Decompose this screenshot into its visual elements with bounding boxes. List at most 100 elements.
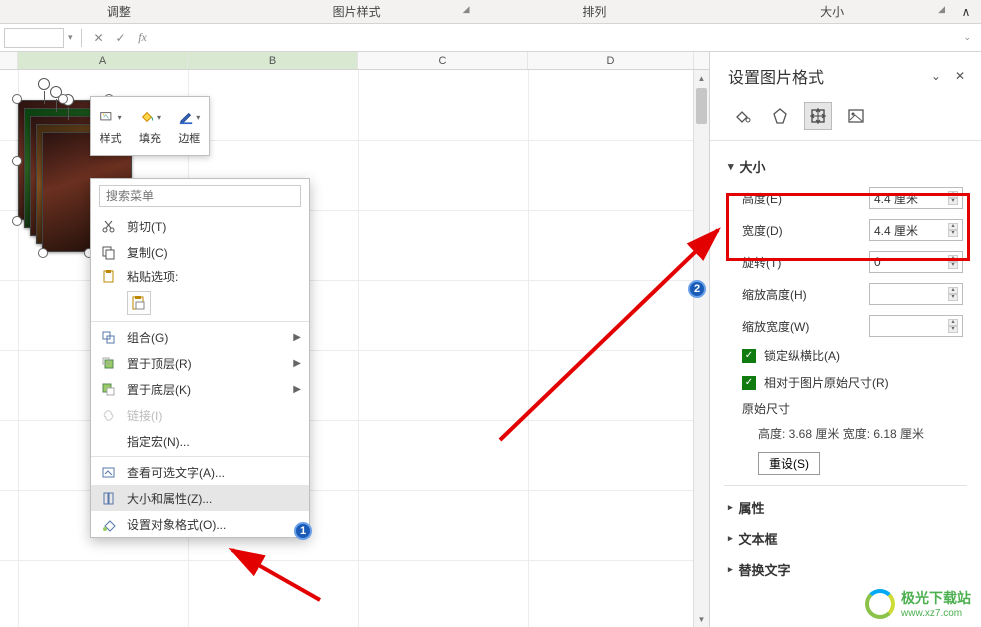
mini-style-button[interactable]: ▾ 样式 — [91, 97, 130, 155]
spinner-up[interactable]: ▴ — [948, 191, 958, 198]
rotate-handle[interactable] — [38, 78, 50, 90]
lock-ratio-checkbox[interactable]: ✓ 锁定纵横比(A) — [724, 342, 967, 369]
formula-cancel-button[interactable]: ✕ — [90, 29, 108, 47]
name-box-dropdown-icon[interactable]: ▾ — [68, 32, 73, 43]
field-label-width: 宽度(D) — [742, 222, 859, 239]
field-label-scale-h: 缩放高度(H) — [742, 286, 859, 303]
ribbon-tabs: 调整 图片样式◢ 排列 大小◢ ∧ — [0, 0, 981, 24]
ctx-group[interactable]: 组合(G) ▶ — [91, 324, 309, 350]
column-headers: A B C D — [0, 52, 709, 70]
formula-input[interactable] — [156, 28, 960, 48]
spinner-down[interactable]: ▾ — [948, 294, 958, 301]
section-textbox[interactable]: ▸ 文本框 — [724, 523, 967, 554]
reset-button[interactable]: 重设(S) — [758, 452, 820, 475]
formula-expand-icon[interactable]: ⌄ — [963, 32, 977, 43]
spinner-up[interactable]: ▴ — [948, 319, 958, 326]
ribbon-tab-size[interactable]: 大小◢ — [713, 0, 951, 23]
paste-option-picture[interactable] — [127, 291, 151, 315]
resize-handle[interactable] — [58, 94, 68, 104]
checkbox-label: 锁定纵横比(A) — [764, 347, 840, 364]
formula-confirm-button[interactable]: ✓ — [112, 29, 130, 47]
mini-fill-button[interactable]: ▾ 填充 — [130, 97, 169, 155]
scroll-down-icon[interactable]: ▼ — [694, 611, 709, 627]
scale-h-input[interactable]: ▴▾ — [869, 283, 963, 305]
bring-front-icon — [99, 354, 117, 372]
vertical-scrollbar[interactable]: ▲ ▼ — [693, 70, 709, 627]
field-label-scale-w: 缩放宽度(W) — [742, 318, 859, 335]
spinner-down[interactable]: ▾ — [948, 262, 958, 269]
pane-tab-effects[interactable] — [766, 102, 794, 130]
ctx-link: 链接(I) — [91, 402, 309, 428]
ctx-label: 指定宏(N)... — [127, 433, 301, 450]
launcher-icon[interactable]: ◢ — [938, 0, 945, 21]
resize-handle[interactable] — [38, 248, 48, 258]
ctx-bring-front[interactable]: 置于顶层(R) ▶ — [91, 350, 309, 376]
ctx-label: 查看可选文字(A)... — [127, 464, 301, 481]
group-icon — [99, 328, 117, 346]
pane-tab-size[interactable] — [804, 102, 832, 130]
name-box[interactable] — [4, 28, 64, 48]
ctx-send-back[interactable]: 置于底层(K) ▶ — [91, 376, 309, 402]
launcher-icon[interactable]: ◢ — [463, 0, 470, 21]
pane-tab-fill[interactable] — [728, 102, 756, 130]
ctx-size-properties[interactable]: 大小和属性(Z)... — [91, 485, 309, 511]
column-header[interactable]: B — [188, 52, 358, 69]
scrollbar-thumb[interactable] — [696, 88, 707, 124]
paste-icon — [99, 267, 117, 285]
original-size-label: 原始尺寸 — [724, 396, 967, 421]
column-header[interactable]: D — [528, 52, 694, 69]
ribbon-tab-arrange[interactable]: 排列 — [476, 0, 714, 23]
spinner-down[interactable]: ▾ — [948, 230, 958, 237]
pane-options-button[interactable]: ⌄ — [931, 69, 941, 83]
checkbox-label: 相对于图片原始尺寸(R) — [764, 374, 889, 391]
ribbon-collapse-button[interactable]: ∧ — [951, 0, 981, 23]
fx-button[interactable]: fx — [134, 29, 152, 47]
spinner-down[interactable]: ▾ — [948, 198, 958, 205]
ribbon-tab-adjust[interactable]: 调整 — [0, 0, 238, 23]
ctx-assign-macro[interactable]: 指定宏(N)... — [91, 428, 309, 454]
mini-item-label: 样式 — [100, 130, 122, 146]
caret-right-icon: ▸ — [728, 564, 733, 575]
section-properties[interactable]: ▸ 属性 — [724, 492, 967, 523]
spinner-up[interactable]: ▴ — [948, 223, 958, 230]
sheet-grid[interactable]: ▾ 样式 ▾ 填充 ▾ 边框 剪切(T) — [0, 70, 709, 627]
send-back-icon — [99, 380, 117, 398]
ctx-cut[interactable]: 剪切(T) — [91, 213, 309, 239]
ctx-alt-text[interactable]: 查看可选文字(A)... — [91, 459, 309, 485]
scale-w-input[interactable]: ▴▾ — [869, 315, 963, 337]
context-menu-search — [91, 179, 309, 213]
border-icon: ▾ — [178, 106, 200, 128]
section-alttext[interactable]: ▸ 替换文字 — [724, 554, 967, 585]
relative-orig-checkbox[interactable]: ✓ 相对于图片原始尺寸(R) — [724, 369, 967, 396]
ctx-paste-section: 粘贴选项: — [91, 265, 309, 287]
pane-title: 设置图片格式 — [728, 64, 824, 88]
pane-close-button[interactable]: ✕ — [955, 69, 965, 83]
spinner-up[interactable]: ▴ — [948, 287, 958, 294]
section-size[interactable]: ▾ 大小 — [724, 151, 967, 182]
ctx-format-object[interactable]: 设置对象格式(O)... — [91, 511, 309, 537]
ctx-label: 链接(I) — [127, 407, 301, 424]
resize-handle[interactable] — [12, 94, 22, 104]
column-header[interactable]: A — [18, 52, 188, 69]
context-menu-search-input[interactable] — [99, 185, 301, 207]
resize-handle[interactable] — [12, 216, 22, 226]
pane-tab-picture[interactable] — [842, 102, 870, 130]
spinner-up[interactable]: ▴ — [948, 255, 958, 262]
select-all-cell[interactable] — [0, 52, 18, 69]
width-input[interactable]: 4.4 厘米▴▾ — [869, 219, 963, 241]
submenu-arrow-icon: ▶ — [293, 384, 301, 395]
worksheet-area[interactable]: A B C D — [0, 52, 710, 627]
ctx-label: 置于顶层(R) — [127, 355, 283, 372]
checkbox-checked-icon: ✓ — [742, 349, 756, 363]
column-header[interactable]: C — [358, 52, 528, 69]
ctx-copy[interactable]: 复制(C) — [91, 239, 309, 265]
caret-down-icon: ▾ — [728, 160, 734, 173]
mini-border-button[interactable]: ▾ 边框 — [170, 97, 209, 155]
resize-handle[interactable] — [12, 156, 22, 166]
rotation-input[interactable]: 0°▴▾ — [869, 251, 963, 273]
cut-icon — [99, 217, 117, 235]
scroll-up-icon[interactable]: ▲ — [694, 70, 709, 86]
ribbon-tab-picture-style[interactable]: 图片样式◢ — [238, 0, 476, 23]
spinner-down[interactable]: ▾ — [948, 326, 958, 333]
height-input[interactable]: 4.4 厘米▴▾ — [869, 187, 963, 209]
